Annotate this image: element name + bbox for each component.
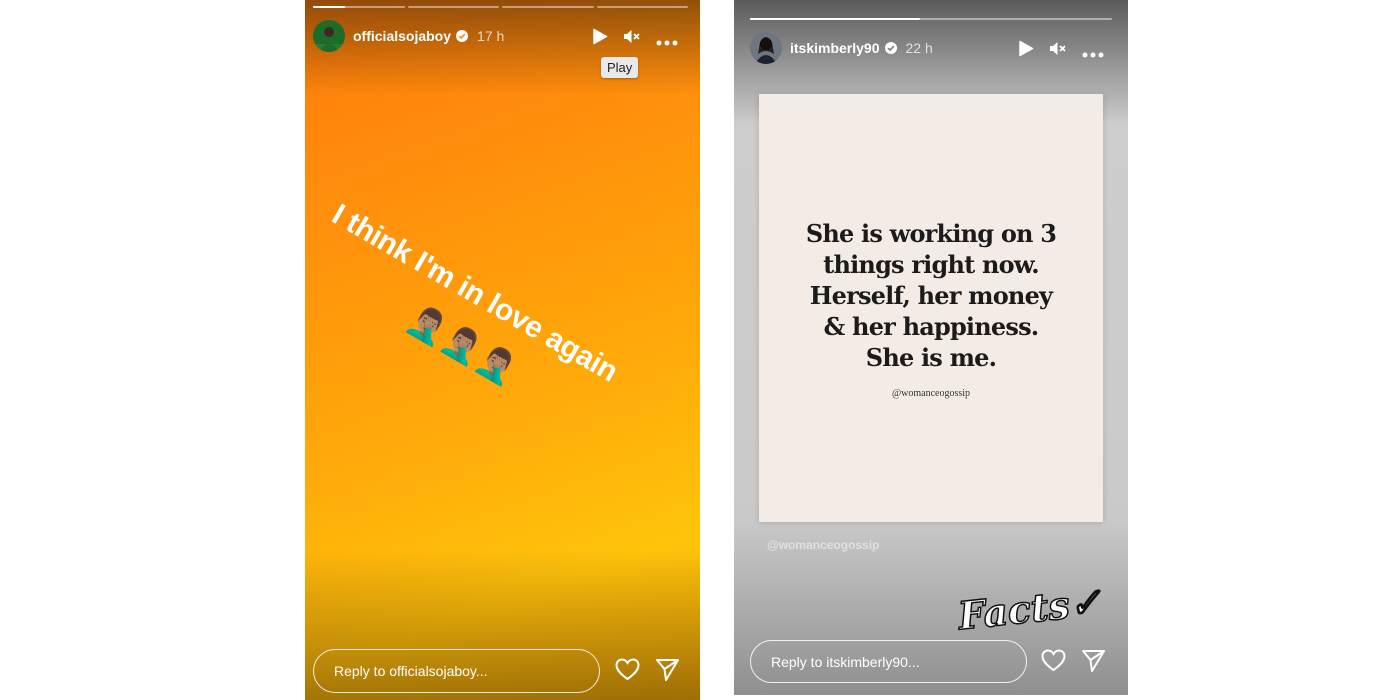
progress-segment [407, 6, 499, 8]
progress-segment [502, 6, 594, 8]
username[interactable]: itskimberly90 [790, 40, 880, 56]
facts-sticker: Facts✓ [955, 578, 1104, 639]
heart-icon[interactable] [1041, 649, 1066, 677]
post-time: 22 h [905, 40, 933, 56]
watermark: @womanceogossip [767, 538, 880, 552]
quote-line: She is working on 3 [805, 219, 1057, 248]
quote-line: She is me. [865, 343, 997, 372]
play-icon[interactable] [1018, 40, 1034, 62]
story-itskimberly90[interactable]: itskimberly90 22 h She is working on 3 t… [734, 0, 1128, 695]
play-tooltip: Play [601, 57, 639, 78]
avatar[interactable] [750, 32, 782, 64]
quote-line: things right now. [823, 250, 1039, 279]
progress-segment [313, 6, 405, 8]
story-header: officialsojaboy 17 h [313, 20, 504, 52]
quote-card: She is working on 3 things right now. He… [759, 94, 1103, 522]
reply-input[interactable]: Reply to officialsojaboy... [313, 649, 600, 693]
username[interactable]: officialsojaboy [353, 28, 451, 44]
avatar[interactable] [313, 20, 345, 52]
progress-segment [750, 18, 1112, 20]
quote-line: Herself, her money [809, 281, 1053, 310]
story-progress-bar [750, 18, 1112, 20]
mute-icon[interactable] [623, 28, 640, 50]
reply-input[interactable]: Reply to itskimberly90... [750, 640, 1027, 683]
quote-handle: @womanceogossip [891, 388, 971, 399]
mute-icon[interactable] [1049, 40, 1066, 62]
verified-badge-icon [456, 30, 469, 42]
more-icon[interactable] [656, 33, 678, 51]
more-icon[interactable] [1082, 45, 1104, 63]
quote-line: & her happiness. [823, 312, 1040, 341]
story-officialsojaboy[interactable]: officialsojaboy 17 h Play I think I'm in… [305, 0, 700, 700]
story-header: itskimberly90 22 h [750, 32, 933, 64]
verified-badge-icon [884, 42, 897, 54]
story-progress-bar [313, 6, 688, 8]
progress-segment [596, 6, 688, 8]
post-time: 17 h [477, 28, 505, 44]
quote-text: She is working on 3 things right now. He… [759, 218, 1103, 373]
play-icon[interactable] [592, 28, 608, 50]
send-icon[interactable] [655, 658, 680, 687]
heart-icon[interactable] [615, 658, 640, 686]
send-icon[interactable] [1081, 649, 1106, 678]
